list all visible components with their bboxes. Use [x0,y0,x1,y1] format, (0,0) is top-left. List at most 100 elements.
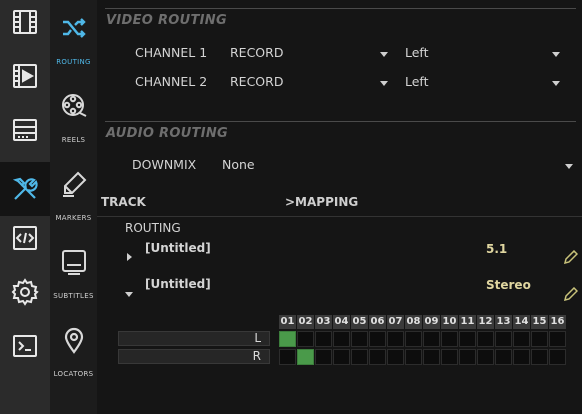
matrix-column-header: 14 [513,315,530,329]
track-column-header[interactable]: TRACK [101,195,146,209]
matrix-row-label: R [118,349,270,364]
matrix-cell[interactable] [513,349,530,365]
matrix-column-header: 07 [387,315,404,329]
video-routing-title: VIDEO ROUTING [106,13,227,28]
matrix-cell[interactable] [351,349,368,365]
matrix-cell[interactable] [441,349,458,365]
submenu-locators[interactable]: LOCATORS [50,318,97,396]
matrix-cell[interactable] [477,349,494,365]
terminal-icon-button[interactable] [0,319,50,373]
matrix-cell[interactable] [423,349,440,365]
matrix-cell[interactable] [495,331,512,347]
channel-1-side-select[interactable]: Left [402,42,562,64]
matrix-cell[interactable] [405,349,422,365]
submenu-routing[interactable]: ROUTING [50,6,97,84]
submenu-reels[interactable]: REELS [50,84,97,162]
matrix-cell[interactable] [387,331,404,347]
matrix-column-header: 08 [405,315,422,329]
matrix-cell[interactable] [387,349,404,365]
downmix-value: None [222,157,255,172]
matrix-cell[interactable] [549,349,566,365]
main-nav-rail [0,0,50,414]
track-format: 5.1 [486,242,508,256]
matrix-cell[interactable] [297,331,314,347]
subtitles-icon [62,250,86,275]
submenu-subtitles[interactable]: SUBTITLES [50,240,97,318]
matrix-cell[interactable] [351,331,368,347]
gear-icon-button[interactable] [0,265,50,319]
channel-1-mode-select[interactable]: RECORD [227,42,392,64]
matrix-column-header: 09 [423,315,440,329]
matrix-cell[interactable] [333,331,350,347]
matrix-column-header: 03 [315,315,332,329]
code-icon-button[interactable] [0,211,50,265]
tools-icon [12,177,38,200]
matrix-column-header: 04 [333,315,350,329]
matrix-cell[interactable] [369,349,386,365]
matrix-column-header: 01 [279,315,296,329]
header-divider [97,216,582,217]
routing-group-label: ROUTING [125,221,181,235]
channel-2-side-value: Left [405,74,429,89]
collapse-arrow-icon[interactable] [125,292,133,297]
matrix-cell[interactable] [531,349,548,365]
chevron-down-icon [552,52,560,57]
downmix-label: DOWNMIX [132,157,197,172]
matrix-cell[interactable] [459,331,476,347]
channel-1-mode-value: RECORD [230,45,284,60]
track-format: Stereo [486,278,531,292]
channel-2-side-select[interactable]: Left [402,71,562,93]
video-play-icon-button[interactable] [0,49,50,103]
matrix-column-header: 16 [549,315,566,329]
expand-arrow-icon[interactable] [127,253,132,261]
terminal-icon [13,335,37,357]
matrix-cell[interactable] [549,331,566,347]
storage-icon-button[interactable] [0,103,50,157]
matrix-cell[interactable] [459,349,476,365]
matrix-cell[interactable] [333,349,350,365]
submenu-markers[interactable]: MARKERS [50,162,97,240]
film-reel-icon [62,94,87,117]
marker-icon [63,171,87,197]
channel-2-mode-select[interactable]: RECORD [227,71,392,93]
shuffle-icon [63,18,86,38]
matrix-cell[interactable] [495,349,512,365]
matrix-cell[interactable] [531,331,548,347]
channel-2-mode-value: RECORD [230,74,284,89]
submenu-routing-label: ROUTING [56,58,91,66]
chevron-down-icon [380,81,388,86]
chevron-down-icon [380,52,388,57]
matrix-cell[interactable] [315,331,332,347]
pencil-icon[interactable] [564,287,578,301]
matrix-cell[interactable] [297,349,314,365]
matrix-cell[interactable] [369,331,386,347]
matrix-cell[interactable] [315,349,332,365]
mapping-column-header[interactable]: >MAPPING [285,195,358,209]
matrix-cell[interactable] [513,331,530,347]
tools-icon-button[interactable] [0,162,50,216]
track-name: [Untitled] [145,241,211,255]
matrix-cell[interactable] [477,331,494,347]
location-pin-icon [64,327,84,354]
submenu-reels-label: REELS [61,136,86,144]
matrix-cell[interactable] [405,331,422,347]
matrix-column-header: 05 [351,315,368,329]
matrix-cell[interactable] [423,331,440,347]
matrix-cell[interactable] [279,331,296,347]
film-icon-button[interactable] [0,0,50,49]
matrix-column-header: 15 [531,315,548,329]
matrix-column-header: 02 [297,315,314,329]
routing-submenu: ROUTING REELS MARKERS SUBTITLES LOCATORS [50,0,97,414]
divider [105,121,576,122]
track-row[interactable]: [Untitled] 5.1 [97,238,582,266]
track-row[interactable]: [Untitled] Stereo [97,274,582,302]
routing-panel: VIDEO ROUTING CHANNEL 1 RECORD Left CHAN… [97,0,582,414]
matrix-cell[interactable] [279,349,296,365]
pencil-icon[interactable] [564,250,578,264]
downmix-select[interactable]: None [219,154,575,176]
matrix-column-header: 11 [459,315,476,329]
chevron-down-icon [552,81,560,86]
track-name: [Untitled] [145,277,211,291]
matrix-cell[interactable] [441,331,458,347]
matrix-column-header: 06 [369,315,386,329]
